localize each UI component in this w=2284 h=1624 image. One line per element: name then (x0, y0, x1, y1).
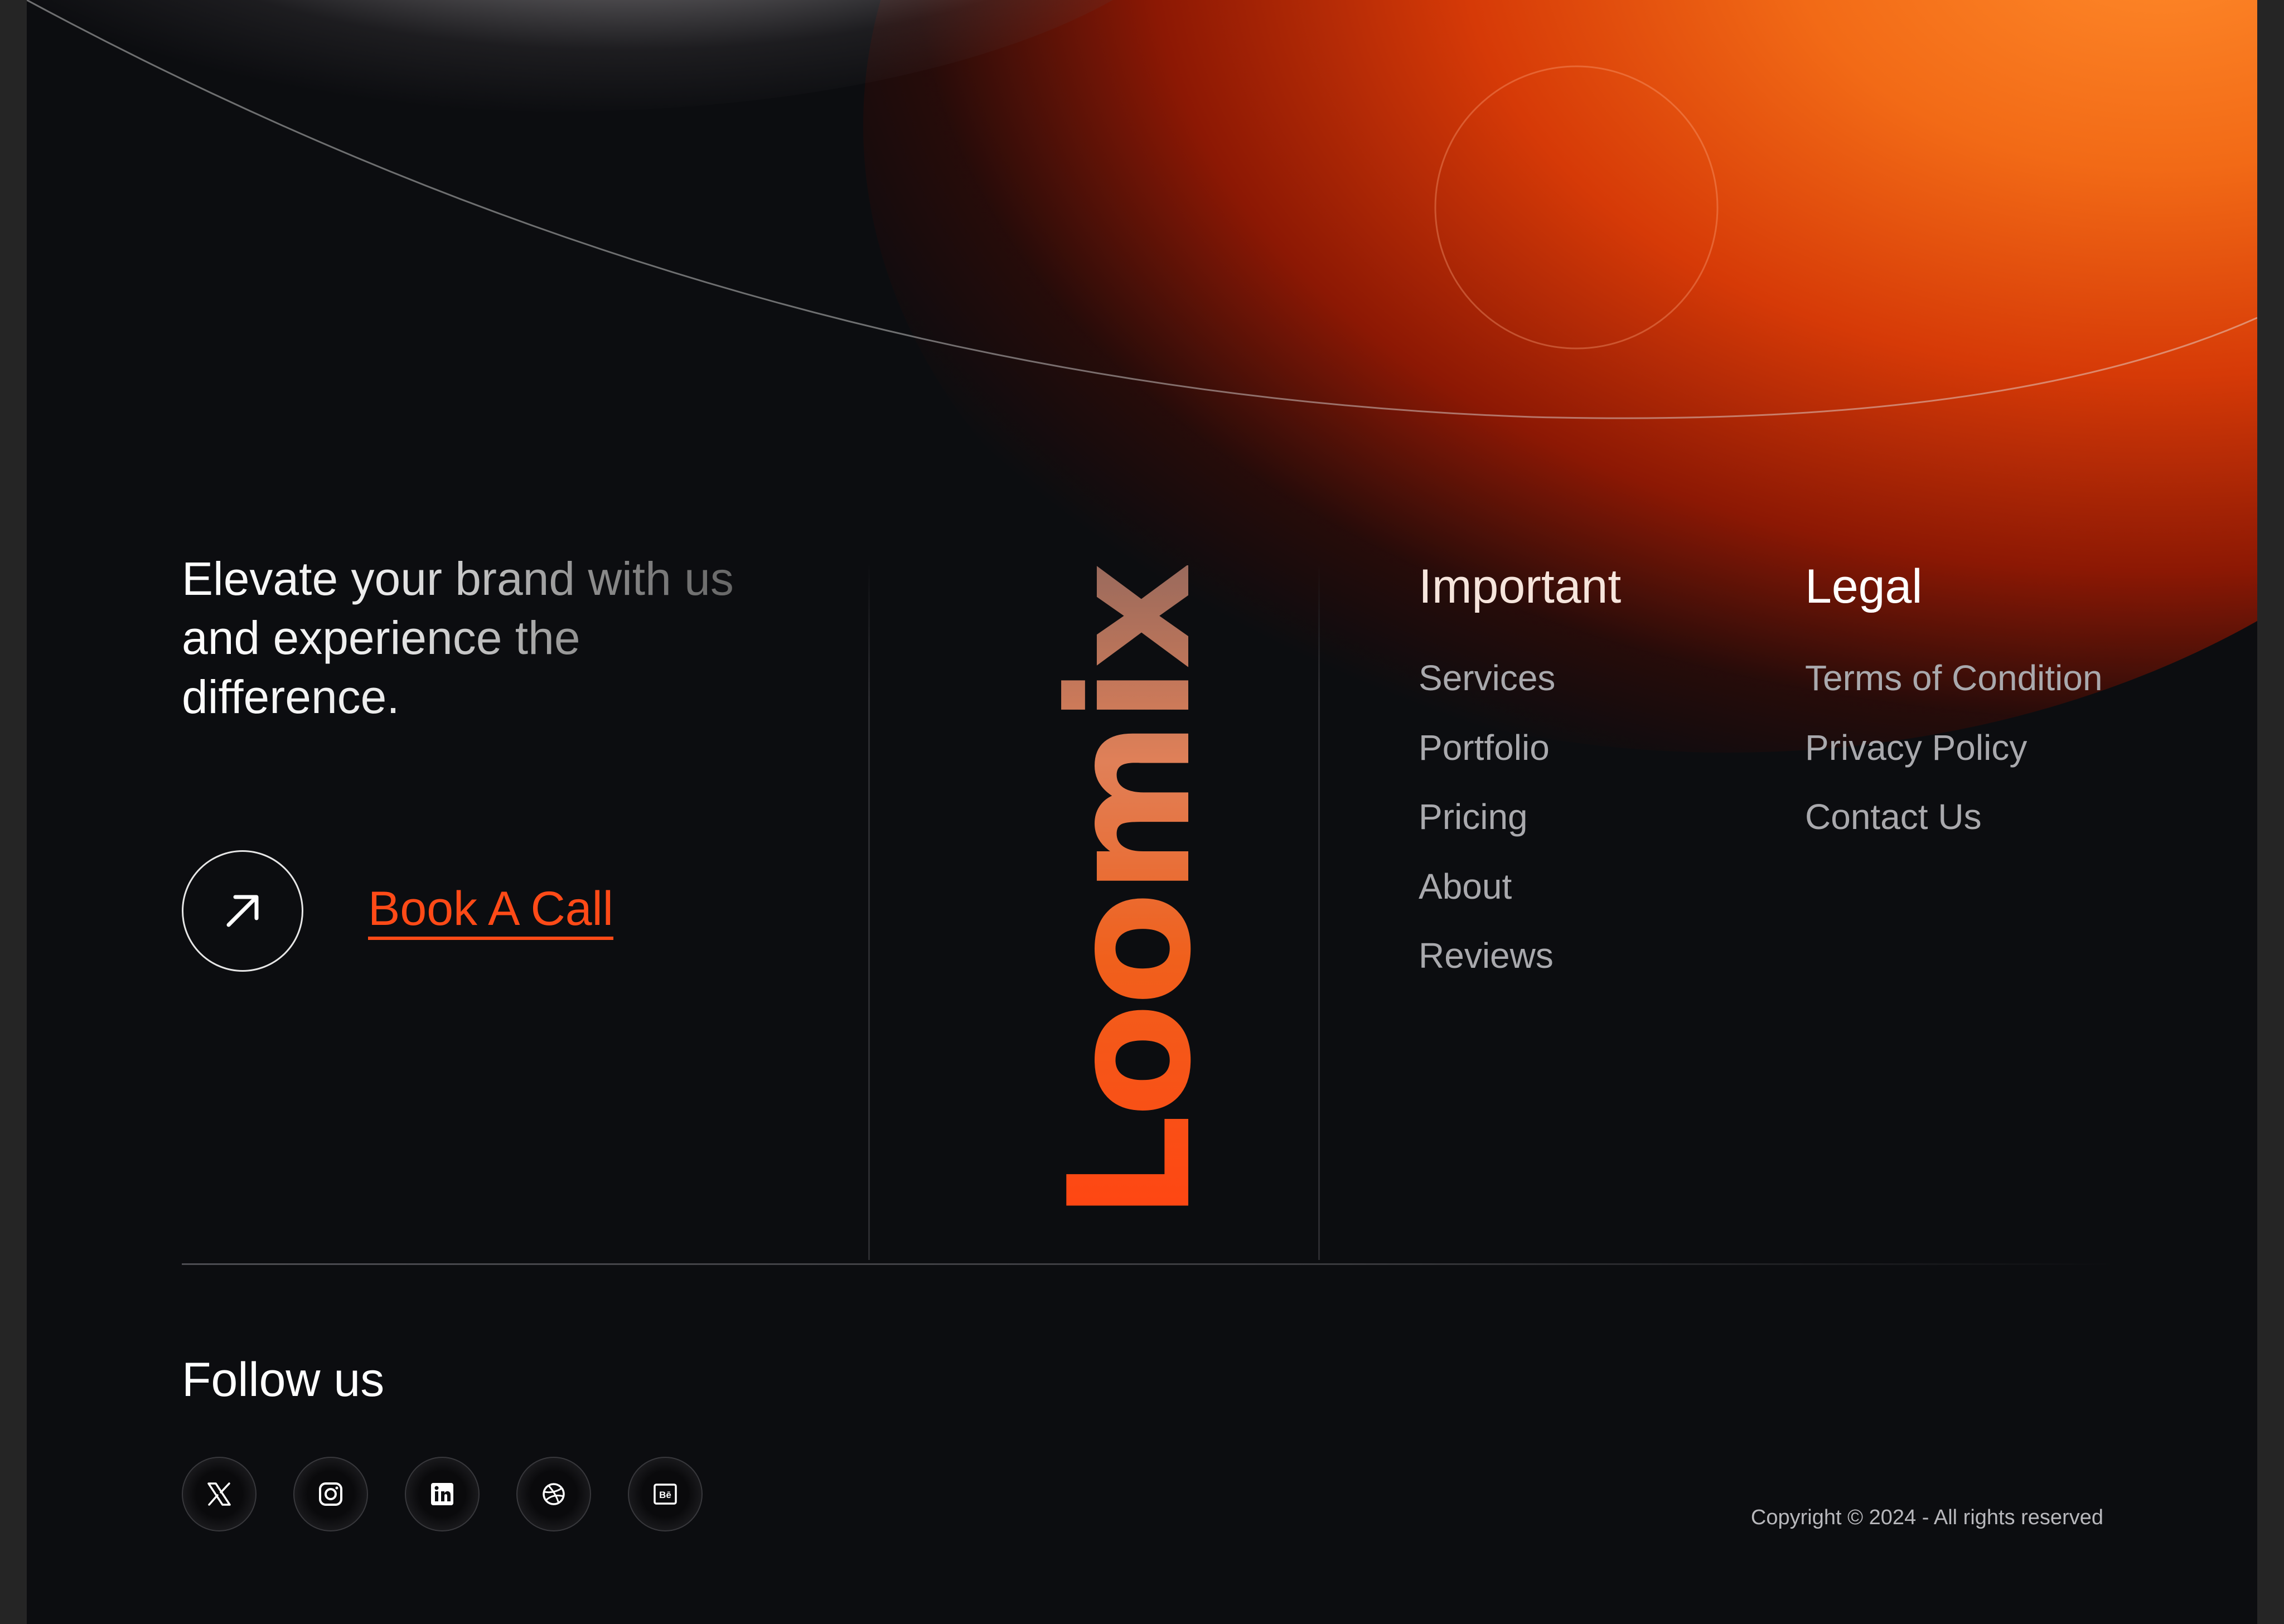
privacy-link[interactable]: Privacy Policy (1805, 726, 2027, 769)
dribbble-icon (543, 1483, 565, 1505)
copyright-text: Copyright © 2024 - All rights reserved (1750, 1506, 2103, 1529)
brand-logo: Loomix (1033, 565, 1228, 1221)
social-links: Bē (182, 1457, 703, 1531)
list-item: Terms of Condition (1805, 657, 2103, 726)
list-item: Privacy Policy (1805, 726, 2103, 796)
list-item: Pricing (1419, 796, 1555, 865)
x-button[interactable] (182, 1457, 257, 1531)
footer-tagline: Elevate your brand with us and experienc… (182, 549, 773, 726)
svg-text:Bē: Bē (659, 1490, 671, 1500)
instagram-button[interactable] (293, 1457, 368, 1531)
book-call-arrow-button[interactable] (182, 850, 303, 972)
terms-link[interactable]: Terms of Condition (1805, 657, 2103, 699)
list-item: Services (1419, 657, 1555, 726)
behance-icon: Bē (654, 1484, 677, 1505)
instagram-icon (319, 1482, 342, 1506)
right-edge-strip (2257, 0, 2284, 1624)
linkedin-icon (431, 1483, 453, 1505)
important-column-title: Important (1419, 560, 1622, 613)
list-item: About (1419, 865, 1555, 935)
column-divider (1318, 563, 1320, 1260)
arrow-up-right-icon (226, 895, 259, 927)
x-icon (207, 1482, 231, 1506)
decorative-arc (27, 0, 2257, 419)
list-item: Contact Us (1805, 796, 2103, 865)
legal-column-title: Legal (1805, 560, 1923, 613)
behance-button[interactable]: Bē (628, 1457, 703, 1531)
list-item: Reviews (1419, 934, 1555, 1004)
footer-section: Elevate your brand with us and experienc… (27, 0, 2257, 1624)
column-divider (868, 563, 870, 1260)
pricing-link[interactable]: Pricing (1419, 796, 1528, 838)
left-edge-strip (0, 0, 27, 1624)
footer-divider (182, 1263, 2117, 1265)
decorative-circle (1434, 65, 1719, 350)
important-links-list: Services Portfolio Pricing About Reviews (1419, 657, 1555, 1004)
contact-link[interactable]: Contact Us (1805, 796, 1982, 838)
legal-links-list: Terms of Condition Privacy Policy Contac… (1805, 657, 2103, 865)
reviews-link[interactable]: Reviews (1419, 934, 1554, 977)
about-link[interactable]: About (1419, 865, 1512, 908)
follow-us-heading: Follow us (182, 1353, 385, 1407)
linkedin-button[interactable] (405, 1457, 480, 1531)
dribbble-button[interactable] (516, 1457, 591, 1531)
book-call-link[interactable]: Book A Call (368, 881, 613, 940)
list-item: Portfolio (1419, 726, 1555, 796)
services-link[interactable]: Services (1419, 657, 1555, 699)
portfolio-link[interactable]: Portfolio (1419, 726, 1550, 769)
